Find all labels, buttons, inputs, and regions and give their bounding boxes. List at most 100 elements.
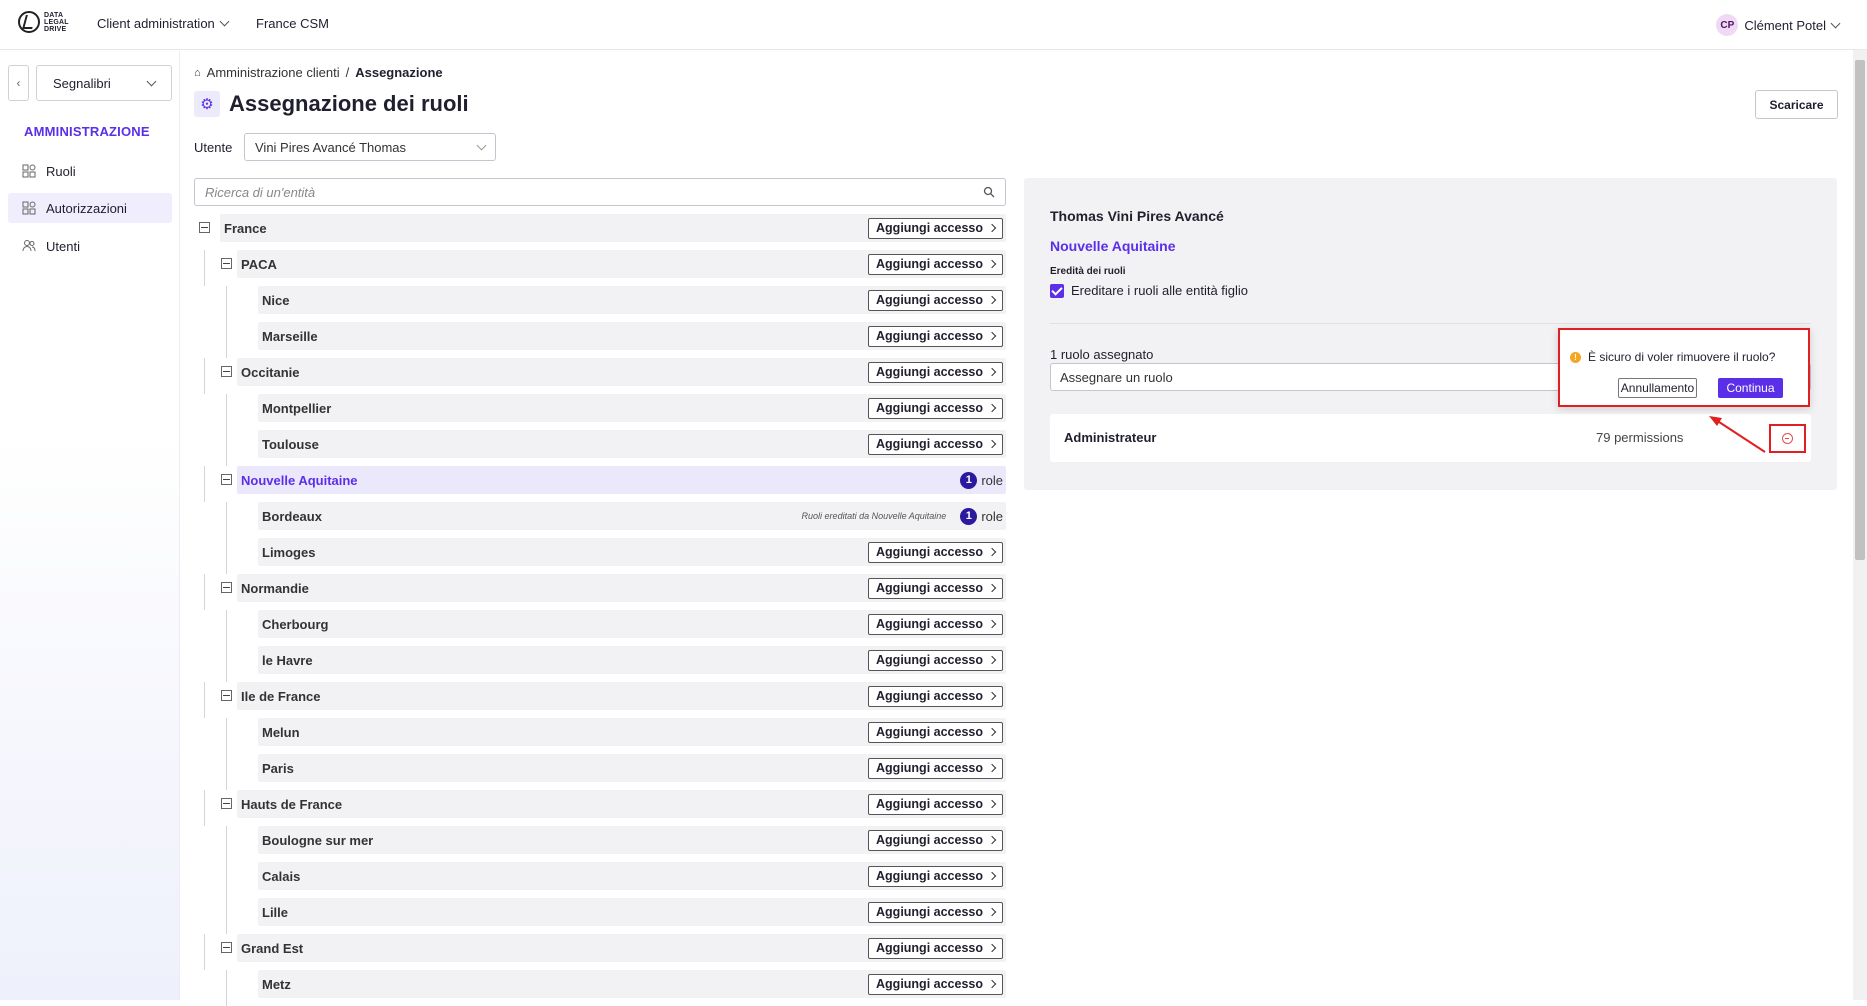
collapse-toggle-icon[interactable] xyxy=(221,366,232,377)
role-count: 1 xyxy=(960,471,978,489)
chevron-right-icon xyxy=(987,619,997,629)
collapse-toggle-icon[interactable] xyxy=(221,798,232,809)
add-access-button[interactable]: Aggiungi accesso xyxy=(868,937,1003,959)
add-access-button[interactable]: Aggiungi accesso xyxy=(868,613,1003,635)
chevron-right-icon xyxy=(987,979,997,989)
tree-row-label: Nouvelle Aquitaine xyxy=(241,472,358,488)
tree-row[interactable]: Normandie Aggiungi accesso xyxy=(237,574,1006,602)
add-access-button[interactable]: Aggiungi accesso xyxy=(868,757,1003,779)
inherited-roles-note: Ruoli ereditati da Nouvelle Aquitaine xyxy=(801,511,947,521)
add-access-button[interactable]: Aggiungi accesso xyxy=(868,865,1003,887)
entity-search-input[interactable]: Ricerca di un'entità xyxy=(194,178,1006,206)
add-access-button[interactable]: Aggiungi accesso xyxy=(868,649,1003,671)
add-access-button[interactable]: Aggiungi accesso xyxy=(868,253,1003,275)
tree-row[interactable]: Paris Aggiungi accesso xyxy=(258,754,1006,782)
tree-row[interactable]: Limoges Aggiungi accesso xyxy=(258,538,1006,566)
chevron-right-icon xyxy=(987,835,997,845)
tree-guide-line xyxy=(226,862,227,898)
avatar: CP xyxy=(1716,14,1739,36)
tree-guide-line xyxy=(204,250,205,286)
tree-row[interactable]: Boulogne sur mer Aggiungi accesso xyxy=(258,826,1006,854)
chevron-down-icon xyxy=(146,76,157,86)
tree-row[interactable]: France Aggiungi accesso xyxy=(220,214,1006,242)
add-access-button[interactable]: Aggiungi accesso xyxy=(868,973,1003,995)
tree-guide-line xyxy=(226,538,227,574)
tree-row-label: Montpellier xyxy=(262,400,332,416)
tree-guide-line xyxy=(204,466,205,502)
chevron-right-icon xyxy=(987,259,997,269)
chevron-right-icon xyxy=(987,907,997,917)
search-icon xyxy=(983,186,995,198)
app-logo[interactable]: DATA LEGAL DRIVE xyxy=(18,11,69,33)
tree-row[interactable]: Occitanie Aggiungi accesso xyxy=(237,358,1006,386)
inherit-label: Eredità dei ruoli xyxy=(1050,266,1126,277)
tree-guide-line xyxy=(226,502,227,538)
tree-row[interactable]: Nice Aggiungi accesso xyxy=(258,286,1006,314)
tree-row[interactable]: Cherbourg Aggiungi accesso xyxy=(258,610,1006,638)
add-access-button[interactable]: Aggiungi accesso xyxy=(868,721,1003,743)
add-access-button[interactable]: Aggiungi accesso xyxy=(868,289,1003,311)
collapse-toggle-icon[interactable] xyxy=(221,582,232,593)
tree-row[interactable]: Lille Aggiungi accesso xyxy=(258,898,1006,926)
sidebar: ‹ Segnalibri AMMINISTRAZIONE Ruoli Autor… xyxy=(0,51,180,1000)
collapse-toggle-icon[interactable] xyxy=(221,942,232,953)
collapse-toggle-icon[interactable] xyxy=(221,690,232,701)
sidebar-item-ruoli[interactable]: Ruoli xyxy=(8,156,172,186)
add-access-button[interactable]: Aggiungi accesso xyxy=(868,829,1003,851)
add-access-button[interactable]: Aggiungi accesso xyxy=(868,325,1003,347)
add-access-button[interactable]: Aggiungi accesso xyxy=(868,793,1003,815)
cancel-button[interactable]: Annullamento xyxy=(1618,378,1697,398)
user-select[interactable]: Vini Pires Avancé Thomas xyxy=(244,133,496,161)
remove-role-button[interactable] xyxy=(1769,424,1806,453)
sidebar-item-utenti[interactable]: Utenti xyxy=(8,231,172,261)
add-access-button[interactable]: Aggiungi accesso xyxy=(868,541,1003,563)
tree-guide-line xyxy=(226,394,227,430)
tree-row[interactable]: Melun Aggiungi accesso xyxy=(258,718,1006,746)
add-access-button[interactable]: Aggiungi accesso xyxy=(868,397,1003,419)
continue-button[interactable]: Continua xyxy=(1718,378,1783,398)
chevron-right-icon xyxy=(987,403,997,413)
tree-row-label: Metz xyxy=(262,976,291,992)
inherit-checkbox[interactable]: Ereditare i ruoli alle entità figlio xyxy=(1050,283,1248,298)
tree-row[interactable]: Hauts de France Aggiungi accesso xyxy=(237,790,1006,818)
bookmarks-dropdown[interactable]: Segnalibri xyxy=(36,65,172,101)
scrollbar-thumb[interactable] xyxy=(1855,60,1865,560)
collapse-toggle-icon[interactable] xyxy=(221,474,232,485)
tree-row[interactable]: Marseille Aggiungi accesso xyxy=(258,322,1006,350)
sidebar-collapse-button[interactable]: ‹ xyxy=(8,65,29,101)
add-access-button[interactable]: Aggiungi accesso xyxy=(868,685,1003,707)
add-access-button[interactable]: Aggiungi accesso xyxy=(868,361,1003,383)
tree-row[interactable]: Calais Aggiungi accesso xyxy=(258,862,1006,890)
tree-row[interactable]: Montpellier Aggiungi accesso xyxy=(258,394,1006,422)
tree-row[interactable]: PACA Aggiungi accesso xyxy=(237,250,1006,278)
collapse-toggle-icon[interactable] xyxy=(221,258,232,269)
chevron-right-icon xyxy=(987,655,997,665)
tree-row[interactable]: Grand Est Aggiungi accesso xyxy=(237,934,1006,962)
tree-row[interactable]: Nouvelle Aquitaine 1 role xyxy=(237,466,1006,494)
breadcrumb-parent[interactable]: Amministrazione clienti xyxy=(207,65,340,80)
add-access-button[interactable]: Aggiungi accesso xyxy=(868,901,1003,923)
user-menu[interactable]: CP Clément Potel xyxy=(1716,14,1841,36)
download-button[interactable]: Scaricare xyxy=(1755,90,1838,119)
tree-row[interactable]: Metz Aggiungi accesso xyxy=(258,970,1006,998)
add-access-button[interactable]: Aggiungi accesso xyxy=(868,217,1003,239)
tree-row[interactable]: Toulouse Aggiungi accesso xyxy=(258,430,1006,458)
nav-client-administration[interactable]: Client administration xyxy=(97,16,230,31)
tree-row[interactable]: Ile de France Aggiungi accesso xyxy=(237,682,1006,710)
panel-user-name: Thomas Vini Pires Avancé xyxy=(1050,208,1224,224)
tree-row[interactable]: Bordeaux Ruoli ereditati da Nouvelle Aqui… xyxy=(258,502,1006,530)
chevron-left-icon: ‹ xyxy=(16,76,21,90)
scrollbar[interactable] xyxy=(1853,50,1867,1000)
user-label: Utente xyxy=(194,140,233,155)
nav-france-csm[interactable]: France CSM xyxy=(256,16,329,31)
tree-row-label: Melun xyxy=(262,724,300,740)
chevron-right-icon xyxy=(987,799,997,809)
tree-row[interactable]: le Havre Aggiungi accesso xyxy=(258,646,1006,674)
divider xyxy=(1050,323,1811,324)
collapse-toggle-icon[interactable] xyxy=(199,222,210,233)
add-access-button[interactable]: Aggiungi accesso xyxy=(868,433,1003,455)
tree-guide-line xyxy=(204,682,205,718)
popconfirm-message: È sicuro di voler rimuovere il ruolo? xyxy=(1588,350,1776,364)
sidebar-item-autorizzazioni[interactable]: Autorizzazioni xyxy=(8,193,172,223)
add-access-button[interactable]: Aggiungi accesso xyxy=(868,577,1003,599)
